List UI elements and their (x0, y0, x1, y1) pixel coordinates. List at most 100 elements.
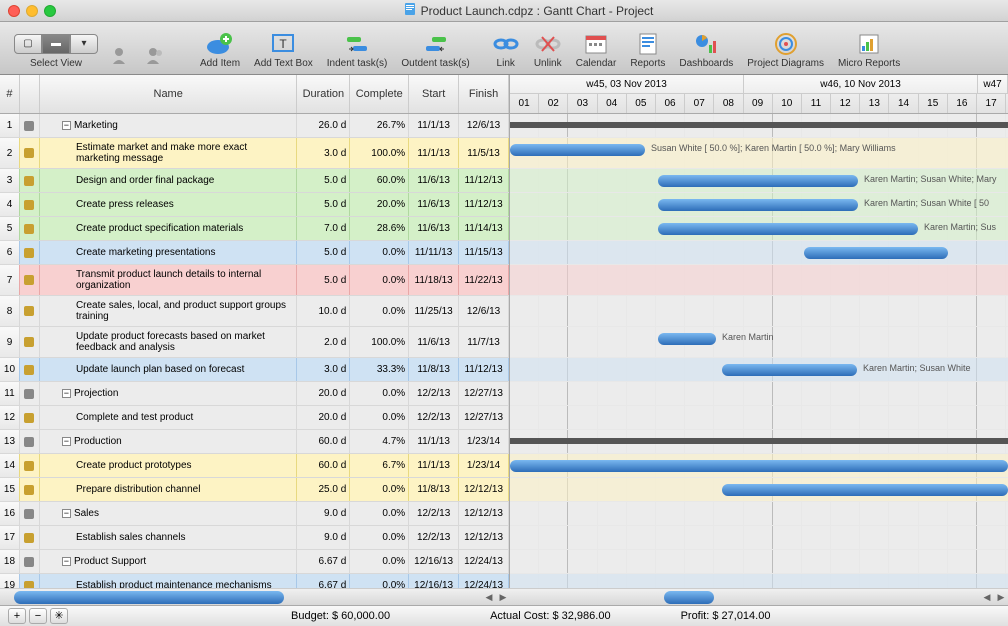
complete-cell[interactable]: 60.0% (350, 169, 409, 192)
finish-cell[interactable]: 12/6/13 (459, 296, 509, 326)
task-name[interactable]: Create product prototypes (40, 454, 297, 477)
project-diagrams-button[interactable]: Project Diagrams (741, 28, 830, 71)
start-cell[interactable]: 11/1/13 (409, 114, 459, 137)
start-cell[interactable]: 11/1/13 (409, 430, 459, 453)
scroll-right-icon[interactable]: ▶ (994, 592, 1008, 603)
reports-button[interactable]: Reports (624, 28, 671, 71)
finish-cell[interactable]: 12/27/13 (459, 406, 509, 429)
complete-cell[interactable]: 100.0% (350, 327, 409, 357)
gantt-bar[interactable]: Karen Martin; Sus (658, 223, 918, 235)
gantt-row[interactable] (510, 114, 1008, 138)
table-row[interactable]: 7Transmit product launch details to inte… (0, 265, 509, 296)
start-cell[interactable]: 11/6/13 (409, 327, 459, 357)
hscroll-right[interactable]: ◀ ▶ (510, 588, 1008, 605)
finish-cell[interactable]: 11/12/13 (459, 193, 509, 216)
gantt-row[interactable] (510, 478, 1008, 502)
complete-cell[interactable]: 4.7% (350, 430, 409, 453)
task-name[interactable]: Create product specification materials (40, 217, 297, 240)
close-icon[interactable] (8, 5, 20, 17)
link-button[interactable]: Link (486, 28, 526, 71)
finish-cell[interactable]: 11/15/13 (459, 241, 509, 264)
complete-cell[interactable]: 0.0% (350, 265, 409, 295)
finish-cell[interactable]: 12/27/13 (459, 382, 509, 405)
table-row[interactable]: 9Update product forecasts based on marke… (0, 327, 509, 358)
finish-cell[interactable]: 11/12/13 (459, 169, 509, 192)
finish-cell[interactable]: 11/7/13 (459, 327, 509, 357)
task-name[interactable]: Create sales, local, and product support… (40, 296, 297, 326)
add-button[interactable]: + (8, 608, 26, 624)
finish-cell[interactable]: 1/23/14 (459, 430, 509, 453)
start-cell[interactable]: 11/18/13 (409, 265, 459, 295)
complete-cell[interactable]: 0.0% (350, 526, 409, 549)
finish-cell[interactable]: 12/12/13 (459, 478, 509, 501)
gantt-row[interactable] (510, 265, 1008, 296)
duration-cell[interactable]: 26.0 d (297, 114, 350, 137)
task-name[interactable]: −Product Support (40, 550, 297, 573)
task-name[interactable]: Update product forecasts based on market… (40, 327, 297, 357)
gantt-chart[interactable]: Susan White [ 50.0 %]; Karen Martin [ 50… (510, 114, 1008, 605)
col-name[interactable]: Name (40, 75, 297, 113)
table-row[interactable]: 16−Sales9.0 d0.0%12/2/1312/12/13 (0, 502, 509, 526)
gantt-bar[interactable] (510, 122, 1008, 128)
duration-cell[interactable]: 5.0 d (297, 169, 350, 192)
complete-cell[interactable]: 0.0% (350, 406, 409, 429)
complete-cell[interactable]: 100.0% (350, 138, 409, 168)
start-cell[interactable]: 11/1/13 (409, 454, 459, 477)
complete-cell[interactable]: 6.7% (350, 454, 409, 477)
gantt-row[interactable]: Karen Martin; Susan White (510, 358, 1008, 382)
duration-cell[interactable]: 3.0 d (297, 358, 350, 381)
gantt-bar[interactable] (510, 438, 1008, 444)
micro-reports-button[interactable]: Micro Reports (832, 28, 906, 71)
finish-cell[interactable]: 12/12/13 (459, 526, 509, 549)
gantt-row[interactable] (510, 430, 1008, 454)
duration-cell[interactable]: 20.0 d (297, 406, 350, 429)
gantt-row[interactable] (510, 526, 1008, 550)
settings-button[interactable]: ✳ (50, 608, 68, 624)
start-cell[interactable]: 11/8/13 (409, 358, 459, 381)
gantt-row[interactable]: Susan White [ 50.0 %]; Karen Martin [ 50… (510, 138, 1008, 169)
task-name[interactable]: Transmit product launch details to inter… (40, 265, 297, 295)
gantt-row[interactable] (510, 454, 1008, 478)
finish-cell[interactable]: 11/5/13 (459, 138, 509, 168)
task-table[interactable]: 1−Marketing26.0 d26.7%11/1/1312/6/132Est… (0, 114, 510, 605)
col-complete[interactable]: Complete (350, 75, 409, 113)
task-name[interactable]: −Projection (40, 382, 297, 405)
col-finish[interactable]: Finish (459, 75, 509, 113)
calendar-button[interactable]: Calendar (570, 28, 623, 71)
col-start[interactable]: Start (409, 75, 459, 113)
expand-icon[interactable]: − (62, 437, 71, 446)
table-row[interactable]: 1−Marketing26.0 d26.7%11/1/1312/6/13 (0, 114, 509, 138)
col-icon[interactable] (20, 75, 40, 113)
complete-cell[interactable]: 0.0% (350, 502, 409, 525)
start-cell[interactable]: 11/6/13 (409, 217, 459, 240)
duration-cell[interactable]: 20.0 d (297, 382, 350, 405)
task-name[interactable]: Create marketing presentations (40, 241, 297, 264)
add-item-button[interactable]: Add Item (194, 28, 246, 71)
finish-cell[interactable]: 12/6/13 (459, 114, 509, 137)
gantt-row[interactable]: Karen Martin; Susan White [ 50 (510, 193, 1008, 217)
gantt-bar[interactable] (804, 247, 948, 259)
table-row[interactable]: 10Update launch plan based on forecast3.… (0, 358, 509, 382)
finish-cell[interactable]: 11/14/13 (459, 217, 509, 240)
remove-button[interactable]: − (29, 608, 47, 624)
persona1-button[interactable] (106, 28, 138, 71)
expand-icon[interactable]: − (62, 509, 71, 518)
finish-cell[interactable]: 12/12/13 (459, 502, 509, 525)
task-name[interactable]: −Marketing (40, 114, 297, 137)
complete-cell[interactable]: 0.0% (350, 296, 409, 326)
table-row[interactable]: 4Create press releases5.0 d20.0%11/6/131… (0, 193, 509, 217)
col-duration[interactable]: Duration (297, 75, 350, 113)
hscroll-left[interactable]: ◀ ▶ (0, 588, 510, 605)
start-cell[interactable]: 11/6/13 (409, 193, 459, 216)
gantt-row[interactable]: Karen Martin; Sus (510, 217, 1008, 241)
task-name[interactable]: −Production (40, 430, 297, 453)
task-name[interactable]: Estimate market and make more exact mark… (40, 138, 297, 168)
gantt-bar[interactable]: Susan White [ 50.0 %]; Karen Martin [ 50… (510, 144, 645, 156)
finish-cell[interactable]: 1/23/14 (459, 454, 509, 477)
persona2-button[interactable] (140, 28, 172, 71)
duration-cell[interactable]: 60.0 d (297, 454, 350, 477)
duration-cell[interactable]: 5.0 d (297, 265, 350, 295)
complete-cell[interactable]: 0.0% (350, 241, 409, 264)
start-cell[interactable]: 12/2/13 (409, 526, 459, 549)
table-row[interactable]: 17Establish sales channels9.0 d0.0%12/2/… (0, 526, 509, 550)
